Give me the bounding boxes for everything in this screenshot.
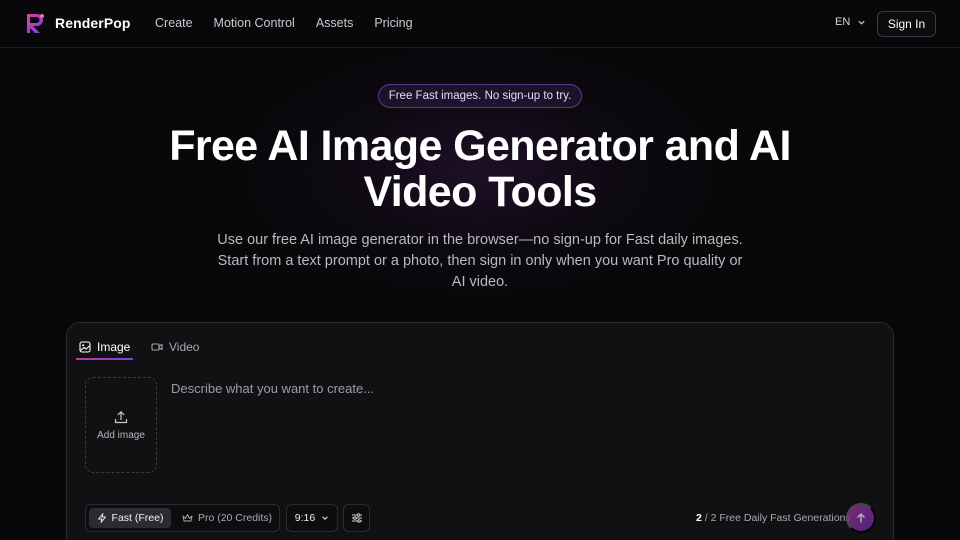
page-title: Free AI Image Generator and AI Video Too… [169,122,791,216]
arrow-up-icon [857,513,865,523]
advanced-settings-button[interactable] [343,504,370,532]
main-nav: Create Motion Control Assets Pricing [155,16,434,30]
language-label: EN [835,16,851,28]
nav-item-create[interactable]: Create [155,16,193,30]
aspect-ratio-value: 9:16 [294,512,316,524]
crown-icon [182,514,193,522]
nav-item-assets[interactable]: Assets [316,16,354,30]
nav-item-motion-control[interactable]: Motion Control [214,16,295,30]
free-badge: Free Fast images. No sign-up to try. [378,84,582,108]
sliders-icon [351,513,362,523]
generations-label: / 2 Free Daily Fast Generations [701,512,851,524]
page-subtitle: Use our free AI image generator in the b… [217,232,743,290]
mode-fast-label: Fast (Free) [111,512,164,524]
mode-pro-button[interactable]: Pro (20 Credits) [178,508,276,528]
chevron-down-icon [858,20,865,25]
renderpop-logo-icon [27,14,44,33]
daily-generations-counter: 2 / 2 Free Daily Fast Generations [696,512,851,524]
upload-icon [114,410,128,423]
bolt-icon [97,513,106,523]
aspect-ratio-select[interactable]: 9:16 [286,504,338,532]
sign-in-button[interactable]: Sign In [877,11,936,37]
tab-video-label: Video [169,340,200,354]
mode-fast-button[interactable]: Fast (Free) [89,508,171,528]
chevron-down-icon [322,516,329,520]
video-icon [151,343,163,351]
add-image-dropzone[interactable]: Add image [85,377,157,473]
tab-image[interactable]: Image [79,334,130,360]
generate-button[interactable] [846,503,876,533]
quality-mode-toggle: Fast (Free) Pro (20 Credits) [85,504,280,532]
generator-panel: Image Video Add image Fast (Free) Pro (2… [66,322,894,540]
prompt-input[interactable] [171,381,871,471]
top-nav: RenderPop Create Motion Control Assets P… [0,0,960,48]
mode-pro-label: Pro (20 Credits) [197,512,273,524]
tab-video[interactable]: Video [151,334,199,360]
active-tab-indicator [76,358,133,360]
language-selector[interactable]: EN [835,16,866,28]
image-icon [79,341,91,353]
add-image-label: Add image [97,429,145,441]
brand-name: RenderPop [55,15,131,31]
nav-item-pricing[interactable]: Pricing [374,16,412,30]
tab-image-label: Image [97,340,131,354]
brand-logo[interactable]: RenderPop [24,12,131,34]
